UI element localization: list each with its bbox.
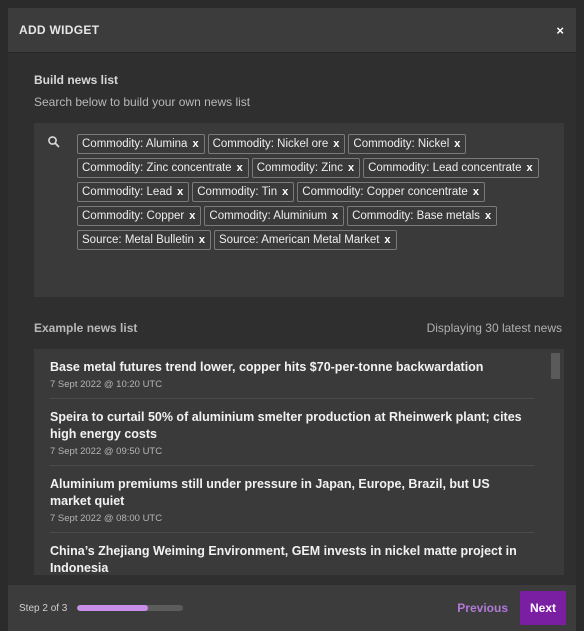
search-tag-input[interactable]: Commodity: Alumina x Commodity: Nickel ore… — [34, 123, 564, 297]
step-label: Step 2 of 3 — [19, 602, 68, 614]
news-title: Aluminium premiums still under pressure … — [50, 477, 490, 508]
filter-tag: Commodity: Alumina x — [77, 134, 205, 154]
filter-tag-label: Commodity: Nickel — [353, 138, 450, 150]
filter-tag: Commodity: Nickel x — [348, 134, 467, 154]
news-list-item[interactable]: Speira to curtail 50% of aluminium smelt… — [50, 399, 534, 466]
close-icon[interactable]: × — [556, 23, 564, 38]
filter-tag-label: Commodity: Copper — [82, 210, 185, 222]
remove-tag-icon[interactable]: x — [348, 160, 354, 176]
add-widget-modal: ADD WIDGET × Build news list Search belo… — [8, 8, 576, 631]
news-list-item[interactable]: China’s Zhejiang Weiming Environment, GE… — [50, 533, 534, 575]
filter-tag-label: Commodity: Zinc concentrate — [82, 162, 232, 174]
filter-tag: Commodity: Lead x — [77, 182, 190, 202]
news-title: China’s Zhejiang Weiming Environment, GE… — [50, 544, 517, 575]
build-section: Build news list Search below to build yo… — [8, 73, 576, 109]
filter-tag: Source: Metal Bulletin x — [77, 230, 211, 250]
filter-tag: Commodity: Base metals x — [347, 206, 498, 226]
previous-button[interactable]: Previous — [457, 601, 508, 615]
remove-tag-icon[interactable]: x — [189, 208, 195, 224]
filter-tag-label: Commodity: Aluminium — [209, 210, 327, 222]
filter-tag: Commodity: Zinc concentrate x — [77, 158, 249, 178]
remove-tag-icon[interactable]: x — [177, 184, 183, 200]
next-button[interactable]: Next — [520, 591, 566, 625]
filter-tag: Commodity: Tin x — [192, 182, 295, 202]
search-icon — [48, 136, 60, 148]
filter-tag-label: Commodity: Zinc — [256, 162, 343, 174]
step-progress-fill — [77, 605, 149, 611]
news-date: 7 Sept 2022 @ 09:50 UTC — [50, 446, 163, 457]
news-title: Speira to curtail 50% of aluminium smelt… — [50, 410, 522, 441]
modal-title: ADD WIDGET — [19, 23, 100, 37]
remove-tag-icon[interactable]: x — [454, 136, 460, 152]
build-news-list-subtitle: Search below to build your own news list — [34, 95, 251, 109]
filter-tag: Commodity: Nickel ore x — [207, 134, 346, 154]
filter-tag-label: Commodity: Nickel ore — [212, 138, 329, 150]
remove-tag-icon[interactable]: x — [527, 160, 533, 176]
news-date: 7 Sept 2022 @ 08:00 UTC — [50, 513, 163, 524]
filter-tag: Commodity: Copper x — [77, 206, 202, 226]
example-news-panel[interactable]: Base metal futures trend lower, copper h… — [34, 349, 564, 575]
news-list-item[interactable]: Aluminium premiums still under pressure … — [50, 466, 534, 533]
tag-list: Commodity: Alumina x Commodity: Nickel ore… — [77, 134, 548, 250]
remove-tag-icon[interactable]: x — [485, 208, 491, 224]
filter-tag: Commodity: Lead concentrate x — [363, 158, 539, 178]
remove-tag-icon[interactable]: x — [332, 208, 338, 224]
filter-tag-label: Commodity: Base metals — [352, 210, 480, 222]
news-date: 7 Sept 2022 @ 10:20 UTC — [50, 379, 163, 390]
example-header: Example news list Displaying 30 latest n… — [34, 321, 562, 335]
filter-tag-label: Commodity: Lead concentrate — [368, 162, 522, 174]
filter-tag: Commodity: Copper concentrate x — [297, 182, 485, 202]
remove-tag-icon[interactable]: x — [473, 184, 479, 200]
remove-tag-icon[interactable]: x — [384, 232, 390, 248]
remove-tag-icon[interactable]: x — [199, 232, 205, 248]
remove-tag-icon[interactable]: x — [282, 184, 288, 200]
remove-tag-icon[interactable]: x — [333, 136, 339, 152]
remove-tag-icon[interactable]: x — [192, 136, 198, 152]
filter-tag-label: Commodity: Copper concentrate — [302, 186, 468, 198]
filter-tag-label: Source: Metal Bulletin — [82, 234, 194, 246]
news-list-item[interactable]: Base metal futures trend lower, copper h… — [50, 349, 534, 399]
step-progress-bar — [77, 605, 184, 611]
filter-tag: Commodity: Aluminium x — [204, 206, 345, 226]
filter-tag: Source: American Metal Market x — [214, 230, 397, 250]
build-news-list-title: Build news list — [34, 73, 119, 87]
news-scrollbar[interactable] — [551, 353, 560, 379]
remove-tag-icon[interactable]: x — [237, 160, 243, 176]
filter-tag-label: Commodity: Lead — [82, 186, 173, 198]
filter-tag-label: Commodity: Tin — [197, 186, 278, 198]
filter-tag-label: Commodity: Alumina — [82, 138, 188, 150]
filter-tag: Commodity: Zinc x — [251, 158, 361, 178]
example-news-list-title: Example news list — [34, 321, 138, 335]
news-list: Base metal futures trend lower, copper h… — [34, 349, 564, 575]
filter-tag-label: Source: American Metal Market — [219, 234, 380, 246]
news-count-text: Displaying 30 latest news — [426, 321, 562, 335]
modal-header: ADD WIDGET × — [8, 8, 576, 53]
news-title: Base metal futures trend lower, copper h… — [50, 360, 484, 374]
modal-footer: Step 2 of 3 Previous Next — [8, 585, 576, 631]
